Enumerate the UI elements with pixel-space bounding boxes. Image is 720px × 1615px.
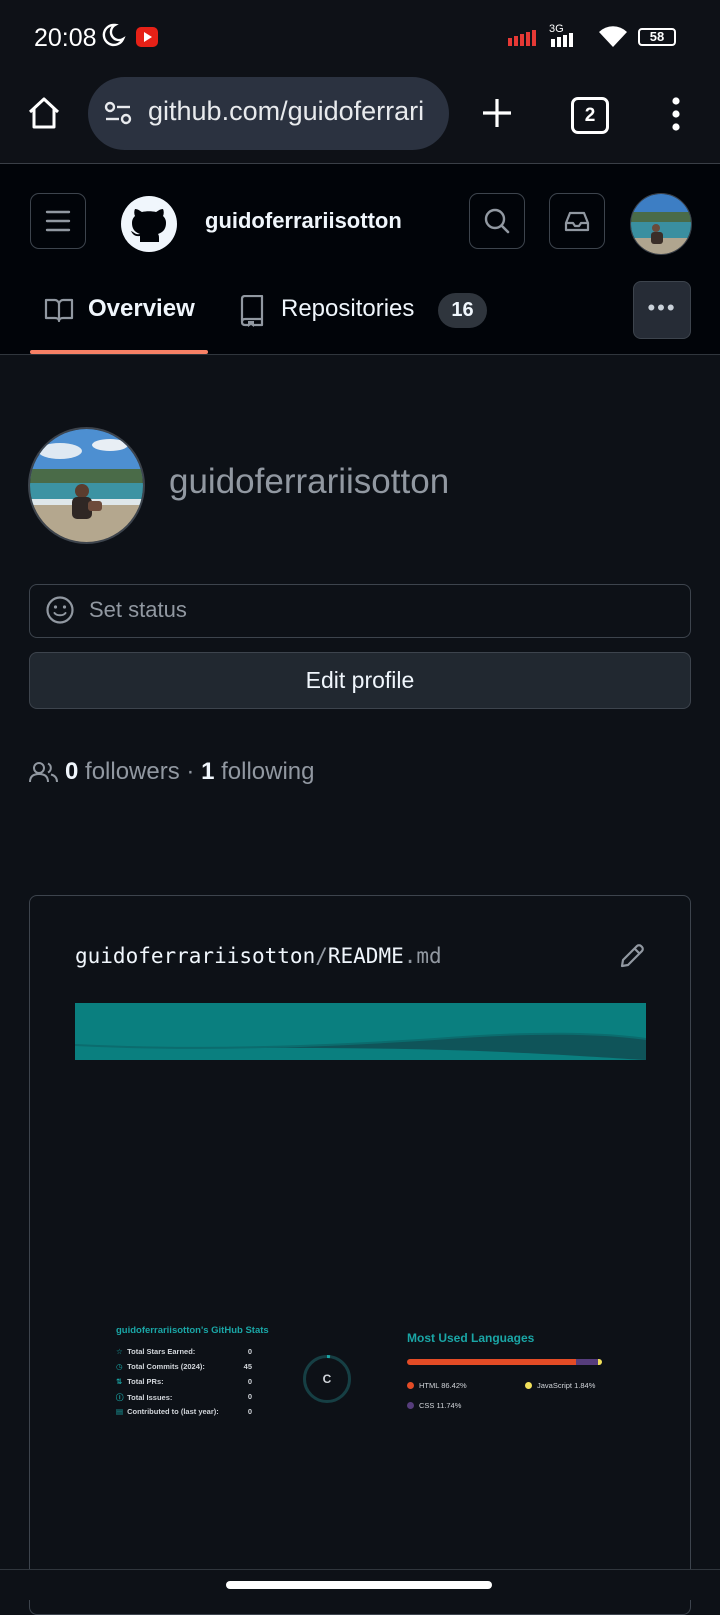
followers-link[interactable]: followers [85,758,180,785]
hamburger-menu-button[interactable] [30,193,86,249]
do-not-disturb-moon-icon [102,23,126,47]
site-settings-icon[interactable] [104,101,132,125]
stat-row: ☆ Total Stars Earned: 0 [116,1347,252,1356]
tab-overview[interactable]: Overview [88,295,195,323]
languages-card-title: Most Used Languages [407,1331,535,1345]
profile-login: guidoferrariisotton [169,462,450,501]
header-avatar[interactable] [630,193,692,255]
signal-icon-2 [551,33,573,47]
lang-label: JavaScript 1.84% [537,1381,596,1390]
lang-dot [407,1402,414,1409]
repo-icon: ▤ [116,1407,124,1416]
set-status-label: Set status [89,597,187,622]
stat-value: 0 [247,1347,252,1356]
stat-label: Total Stars Earned: [127,1347,196,1356]
status-time: 20:08 [34,24,97,52]
followers-count[interactable]: 0 [65,758,78,785]
lang-dot [525,1382,532,1389]
tab-switcher-button[interactable]: 2 [571,97,609,134]
profile-avatar[interactable] [28,427,145,544]
star-icon: ☆ [116,1347,123,1356]
battery-level: 58 [649,29,665,44]
signal-icon [508,30,536,46]
path-separator: / [315,944,328,968]
header-username[interactable]: guidoferrariisotton [205,208,402,234]
readme-name[interactable]: README [328,944,404,968]
clock-icon: ◷ [116,1362,123,1371]
kebab-horizontal-icon: ••• [647,295,677,320]
readme-owner[interactable]: guidoferrariisotton [75,944,315,968]
github-logo-icon[interactable] [120,195,178,253]
rank-progress-arc [326,1355,331,1359]
lang-item-css: CSS 11.74% [407,1401,461,1410]
smiley-icon [46,596,74,624]
youtube-notification-icon [136,27,158,47]
inbox-button[interactable] [549,193,605,249]
following-count[interactable]: 1 [201,758,214,785]
search-button[interactable] [469,193,525,249]
readme-extension: .md [403,944,442,968]
wifi-icon [599,26,627,47]
languages-bar [407,1359,602,1365]
stat-label: Contributed to (last year): [127,1407,219,1416]
more-tabs-button[interactable]: ••• [633,281,691,339]
home-icon[interactable] [26,95,62,131]
edit-pencil-icon[interactable] [618,942,646,970]
stat-row: ⇅ Total PRs: 0 [116,1377,252,1386]
github-header [0,164,720,355]
stat-label: Total PRs: [127,1377,164,1386]
pr-icon: ⇅ [116,1377,123,1386]
following-link[interactable]: following [221,758,314,785]
lang-item-javascript: JavaScript 1.84% [525,1381,595,1390]
url-text: github.com/guidoferrari [148,96,425,126]
stat-value: 0 [247,1377,252,1386]
stat-value: 0 [247,1407,252,1416]
stat-row: ▤ Contributed to (last year): 0 [116,1407,252,1416]
stat-label: Total Commits (2024): [127,1362,205,1371]
readme-path: guidoferrariisotton/README.md [75,944,442,968]
stat-label: Total Issues: [127,1393,173,1402]
follow-separator: · [186,758,195,785]
stat-value: 45 [243,1362,252,1371]
lang-bar-css [575,1359,599,1365]
lang-item-html: HTML 86.42% [407,1381,467,1390]
browser-menu-icon[interactable] [670,97,682,131]
home-gesture-indicator[interactable] [226,1581,492,1589]
stat-row: ⓘ Total Issues: 0 [116,1392,252,1403]
repositories-count-badge: 16 [438,293,487,328]
lang-bar-html [407,1359,576,1365]
stat-value: 0 [247,1392,252,1401]
stats-card-title: guidoferrariisotton's GitHub Stats [116,1325,269,1336]
edit-profile-button[interactable]: Edit profile [29,652,691,709]
lang-dot [407,1382,414,1389]
lang-label: CSS 11.74% [419,1401,462,1410]
follow-stats: 0 followers · 1 following [65,758,315,786]
issue-icon: ⓘ [116,1393,124,1402]
people-icon [29,762,58,783]
selected-tab-underline [30,350,208,354]
stat-row: ◷ Total Commits (2024): 45 [116,1362,252,1371]
hamburger-icon [45,210,71,232]
book-icon [44,298,74,323]
lang-label: HTML 86.42% [419,1381,467,1390]
search-icon [484,208,510,234]
new-tab-icon[interactable] [481,97,513,129]
battery-indicator: 58 [638,28,676,46]
inbox-icon [564,211,590,232]
tab-repositories[interactable]: Repositories [281,295,414,323]
repo-icon [240,295,264,327]
readme-wave-banner [75,1003,646,1060]
